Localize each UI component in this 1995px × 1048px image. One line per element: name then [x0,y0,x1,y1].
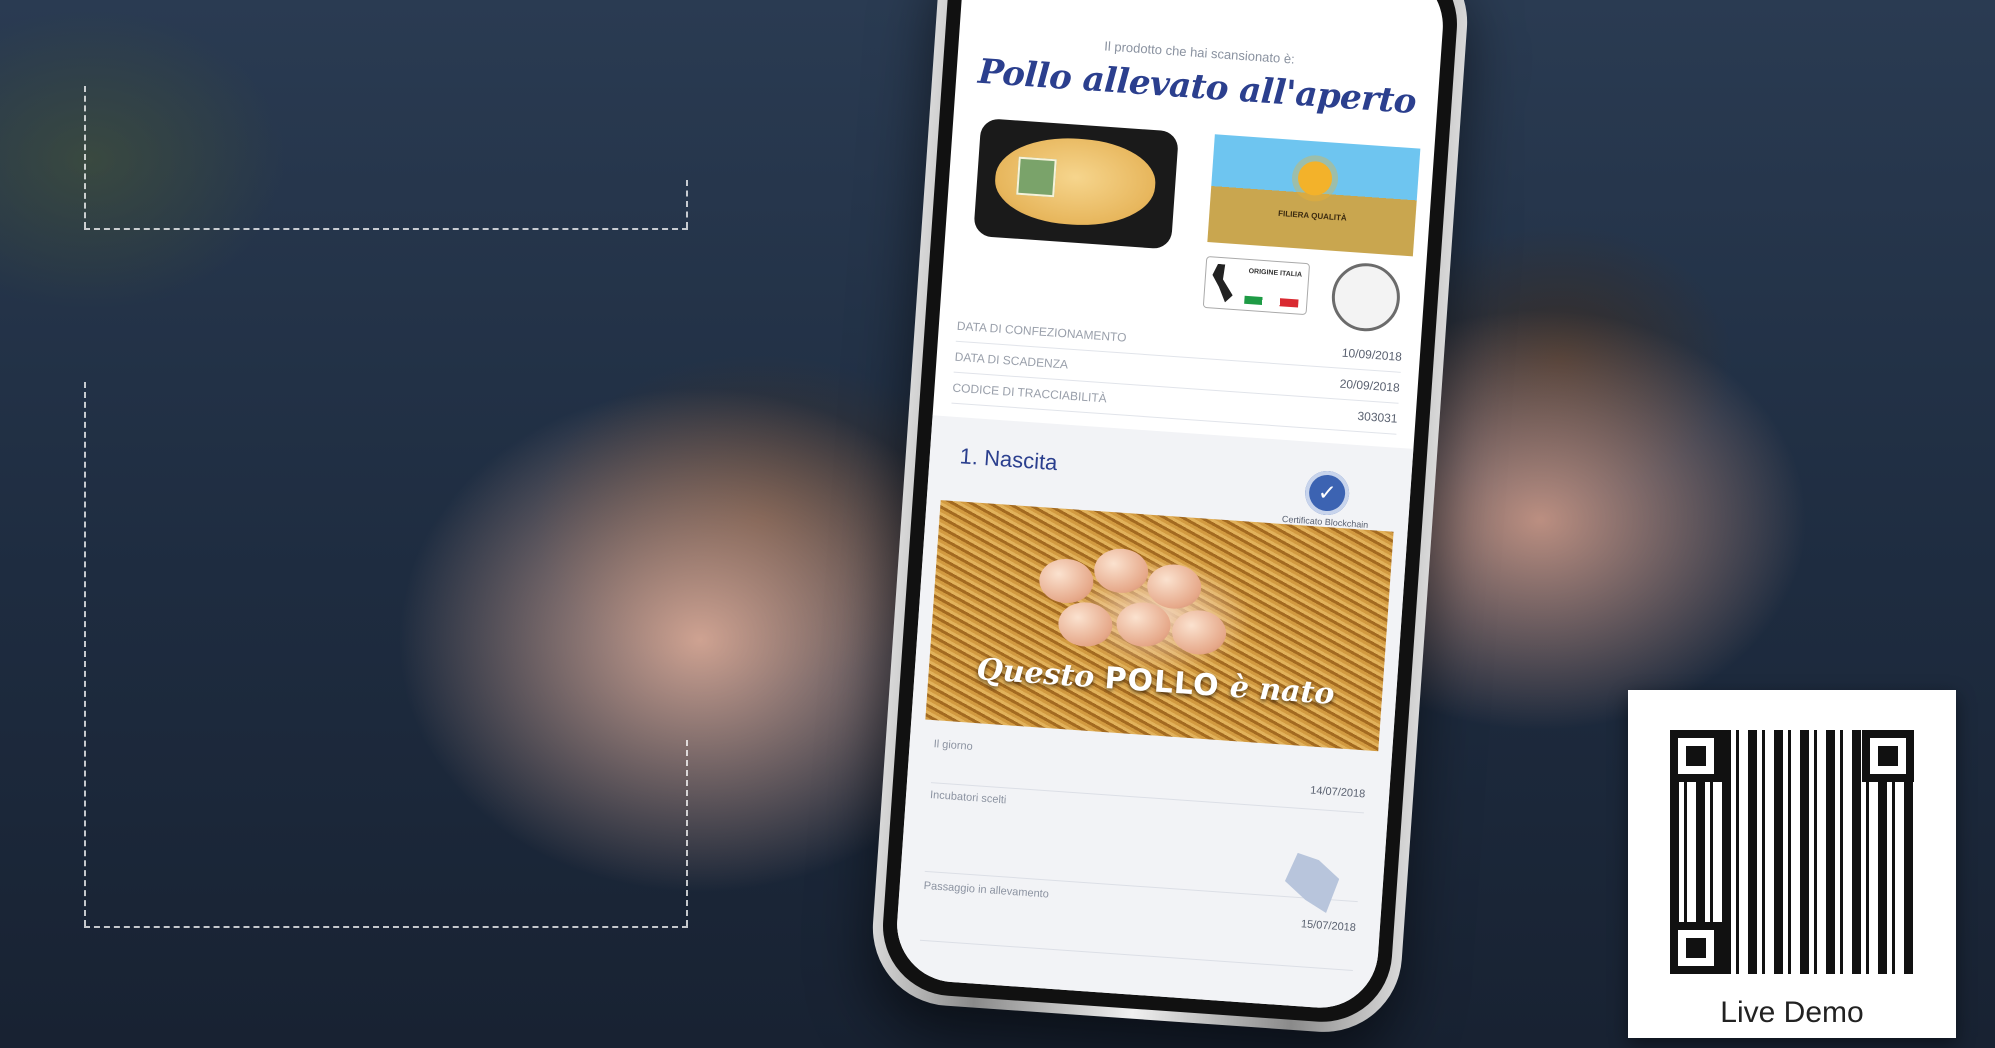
birth-section: 1. Nascita ✓ Certificato Blockchain Ques… [893,415,1414,1012]
screen-content: Il prodotto che hai scansionato è: Pollo… [893,0,1447,1012]
row-value: 15/07/2018 [1300,918,1357,935]
qr-code[interactable] [1670,730,1914,974]
brand-logo: FILIERA QUALITÀ [1207,134,1421,257]
egg-shape [1145,562,1203,611]
package-label [1016,156,1057,198]
egg-shape [1037,557,1095,605]
qr-label: Live Demo [1720,996,1864,1029]
frame-line [686,180,688,228]
packaging-info-table: DATA DI CONFEZIONAMENTO 10/09/2018 DATA … [951,310,1403,435]
product-image [973,117,1179,250]
caption-bold: POLLO [1103,660,1221,704]
egg-shape [1092,546,1150,595]
phone-bezel: Il prodotto che hai scansionato è: Pollo… [878,0,1462,1027]
italian-flag-icon [1244,295,1299,308]
checkmark-badge-icon: ✓ [1303,469,1351,517]
live-demo-qr-card[interactable]: Live Demo [1628,690,1956,1038]
egg-shape [1115,600,1172,649]
egg-shape [1170,608,1228,657]
photo-caption: Questo POLLO è nato [928,649,1383,716]
frame-line [84,382,86,926]
row-value: 10/09/2018 [1341,345,1403,364]
caption-post: è nato [1228,669,1336,712]
frame-line [84,86,86,228]
row-key: Passaggio in allevamento [923,879,1050,901]
qr-finder-pattern [1670,922,1722,974]
qr-finder-pattern [1670,730,1722,782]
blockchain-certificate[interactable]: ✓ Certificato Blockchain [1270,467,1384,531]
row-key: DATA DI SCADENZA [954,349,1069,372]
frame-line [686,740,688,926]
section-title: 1. Nascita [958,443,1059,476]
row-key: CODICE DI TRACCIABILITÀ [952,380,1108,406]
row-value: 303031 [1357,408,1398,426]
qr-finder-pattern [1862,730,1914,782]
frame-line [84,228,688,230]
row-key: DATA DI CONFEZIONAMENTO [956,318,1127,345]
eggs-photo: Questo POLLO è nato [925,500,1394,752]
origin-badge-text: ORIGINE ITALIA [1248,267,1303,279]
row-key: Incubatori scelti [929,789,1007,807]
row-value: 14/07/2018 [1309,784,1366,801]
smartphone: Il prodotto che hai scansionato è: Pollo… [867,0,1473,1038]
phone-screen[interactable]: Il prodotto che hai scansionato è: Pollo… [893,0,1447,1012]
origin-italy-badge: ORIGINE ITALIA [1202,256,1311,316]
caption-pre: Questo [975,652,1096,696]
sun-icon [1296,160,1334,197]
row-key: Il giorno [933,738,974,753]
italy-map-icon [1208,263,1235,303]
row-value: 20/09/2018 [1339,376,1401,395]
egg-shape [1056,600,1114,649]
frame-line [84,926,688,928]
brand-logo-text: FILIERA QUALITÀ [1277,208,1347,223]
birth-info-table: Il giorno 14/07/2018 Incubatori scelti P… [919,738,1368,971]
quality-seal-icon [1329,260,1403,334]
